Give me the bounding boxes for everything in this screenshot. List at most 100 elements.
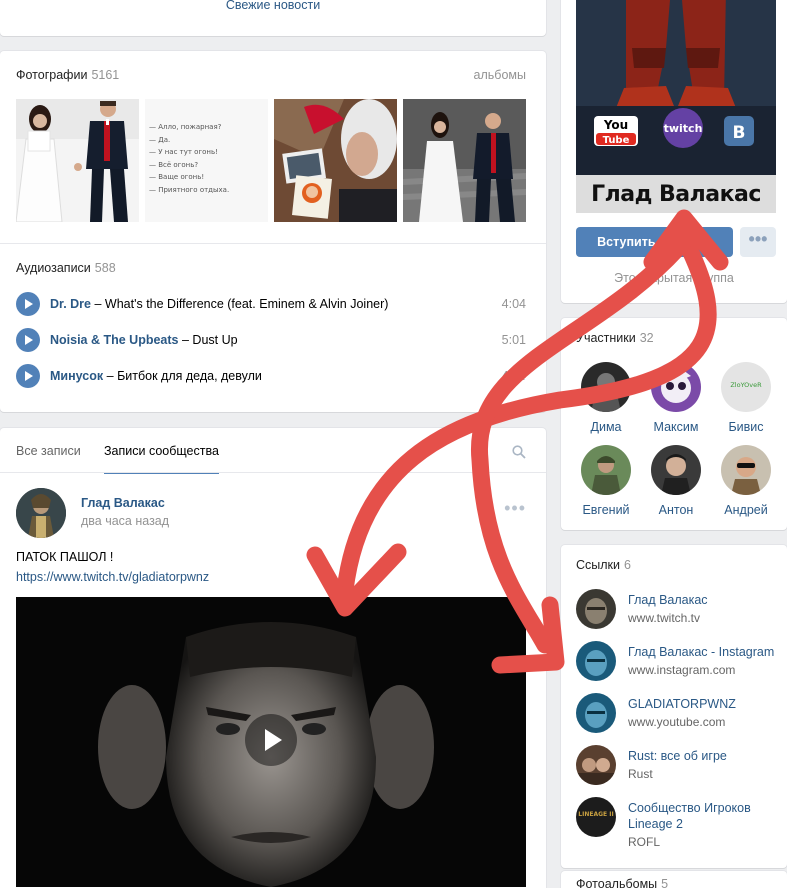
links-count: 6 <box>624 558 631 572</box>
audio-track[interactable]: Минусок – Битбок для деда, девули 4:04 <box>16 361 526 391</box>
link-item[interactable]: Глад Валакас - Instagram www.instagram.c… <box>576 641 781 687</box>
link-title[interactable]: Глад Валакас - Instagram <box>628 644 787 660</box>
avatar[interactable] <box>651 445 701 495</box>
link-title[interactable]: Глад Валакас <box>628 592 787 608</box>
members-card: Участники 32 Дима Максим ZloYOveR Бивис Е… <box>561 318 787 530</box>
photo-thumb-wedding-2[interactable] <box>403 99 526 222</box>
member-name[interactable]: Дима <box>574 420 638 434</box>
audio-dash: – <box>94 297 102 311</box>
link-title[interactable]: GLADIATORPWNZ <box>628 696 787 712</box>
tab-community-posts[interactable]: Записи сообщества <box>104 444 219 474</box>
audio-track-text: Noisia & The Upbeats – Dust Up <box>50 333 238 347</box>
link-title[interactable]: Сообщество Игроков Lineage 2 <box>628 800 787 832</box>
photos-header[interactable]: Фотографии 5161 <box>16 68 119 82</box>
member-item[interactable]: Евгений <box>574 445 638 517</box>
audio-artist[interactable]: Noisia & The Upbeats <box>50 333 179 347</box>
chat-line: — Приятного отдыха. <box>149 185 230 194</box>
avatar[interactable] <box>576 745 616 785</box>
media-card: Фотографии 5161 альбомы — Алло, пожарная?… <box>0 51 546 412</box>
member-name[interactable]: Антон <box>644 503 708 517</box>
cover-title: Глад Валакас <box>576 175 776 213</box>
post-author-name[interactable]: Глад Валакас <box>81 496 165 510</box>
links-title: Ссылки <box>576 558 621 572</box>
avatar[interactable] <box>576 641 616 681</box>
audio-count: 588 <box>94 261 116 275</box>
join-group-button[interactable]: Вступить в группу <box>576 227 733 257</box>
search-icon[interactable] <box>512 445 526 459</box>
link-item[interactable]: LINEAGE II Сообщество Игроков Lineage 2 … <box>576 797 781 849</box>
chat-line: — Да. <box>149 135 171 144</box>
member-item[interactable]: Андрей <box>714 445 778 517</box>
avatar[interactable] <box>576 589 616 629</box>
avatar[interactable] <box>721 445 771 495</box>
member-name[interactable]: Евгений <box>574 503 638 517</box>
divider <box>0 472 546 473</box>
cover-logo-text: twitch <box>664 122 703 135</box>
members-count: 32 <box>639 331 654 345</box>
avatar[interactable] <box>581 445 631 495</box>
play-icon[interactable] <box>16 328 40 352</box>
audio-header[interactable]: Аудиозаписи 588 <box>16 261 116 275</box>
avatar[interactable]: LINEAGE II <box>576 797 616 837</box>
member-name[interactable]: Максим <box>644 420 708 434</box>
avatar-text: LINEAGE II <box>578 811 614 818</box>
avatar[interactable] <box>651 362 701 412</box>
post-link[interactable]: https://www.twitch.tv/gladiatorpwnz <box>16 570 209 584</box>
photo-albums-count: 5 <box>661 877 669 888</box>
members-header[interactable]: Участники 32 <box>576 331 654 345</box>
audio-dash: – <box>181 333 189 347</box>
member-item[interactable]: Антон <box>644 445 708 517</box>
audio-artist[interactable]: Dr. Dre <box>50 297 91 311</box>
cover-logo-text: В <box>733 123 746 143</box>
photo-thumb-wedding-1[interactable] <box>16 99 139 222</box>
video-play-button[interactable] <box>245 714 297 766</box>
audio-track-text: Dr. Dre – What's the Difference (feat. E… <box>50 297 388 311</box>
link-item[interactable]: GLADIATORPWNZ www.youtube.com <box>576 693 781 739</box>
divider <box>0 243 546 244</box>
photo-thumb-chat[interactable]: — Алло, пожарная? — Да. — У нас тут огон… <box>145 99 268 222</box>
audio-track[interactable]: Noisia & The Upbeats – Dust Up 5:01 <box>16 325 526 355</box>
tab-all-posts[interactable]: Все записи <box>16 444 81 472</box>
more-icon[interactable]: ••• <box>504 498 526 519</box>
albums-link[interactable]: альбомы <box>474 68 526 82</box>
avatar[interactable] <box>581 362 631 412</box>
audio-duration: 4:04 <box>501 297 526 311</box>
wedding-photo <box>403 99 526 222</box>
photo-albums-header[interactable]: Фотоальбомы 5 <box>576 877 668 888</box>
avatar[interactable] <box>576 693 616 733</box>
fresh-news-link[interactable]: Свежие новости <box>0 0 546 12</box>
post-video[interactable] <box>16 597 526 887</box>
member-item[interactable]: ZloYOveR Бивис <box>714 362 778 434</box>
member-item[interactable]: Дима <box>574 362 638 434</box>
audio-artist[interactable]: Минусок <box>50 369 103 383</box>
grandma-photo <box>274 99 397 222</box>
post-author-avatar[interactable] <box>16 488 66 538</box>
post-time[interactable]: два часа назад <box>81 514 169 528</box>
feed-card: Свежие новости <box>0 0 546 36</box>
link-title[interactable]: Rust: все об игре <box>628 748 787 764</box>
members-title: Участники <box>576 331 636 345</box>
link-url: Rust <box>628 767 653 781</box>
link-url: www.youtube.com <box>628 715 726 729</box>
group-more-button[interactable]: ••• <box>740 227 776 257</box>
link-url: ROFL <box>628 835 661 849</box>
member-name[interactable]: Бивис <box>714 420 778 434</box>
group-avatar[interactable]: You Tube twitch В Глад Валакас <box>576 0 776 213</box>
play-icon[interactable] <box>16 292 40 316</box>
audio-song: Dust Up <box>192 333 238 347</box>
audio-track[interactable]: Dr. Dre – What's the Difference (feat. E… <box>16 289 526 319</box>
member-item[interactable]: Максим <box>644 362 708 434</box>
link-item[interactable]: Глад Валакас www.twitch.tv <box>576 589 781 635</box>
play-icon[interactable] <box>16 364 40 388</box>
links-header[interactable]: Ссылки 6 <box>576 558 631 572</box>
post-text: ПАТОК ПАШОЛ ! <box>16 550 114 564</box>
link-item[interactable]: Rust: все об игре Rust <box>576 745 781 791</box>
chat-line: — У нас тут огонь! <box>149 148 218 156</box>
photo-albums-title: Фотоальбомы <box>576 877 658 888</box>
chat-line: — Алло, пожарная? <box>149 123 222 131</box>
audio-duration: 4:04 <box>501 369 526 383</box>
group-type: Это открытая группа <box>614 271 734 285</box>
member-name[interactable]: Андрей <box>714 503 778 517</box>
avatar[interactable]: ZloYOveR <box>721 362 771 412</box>
photo-thumb-grandma[interactable] <box>274 99 397 222</box>
